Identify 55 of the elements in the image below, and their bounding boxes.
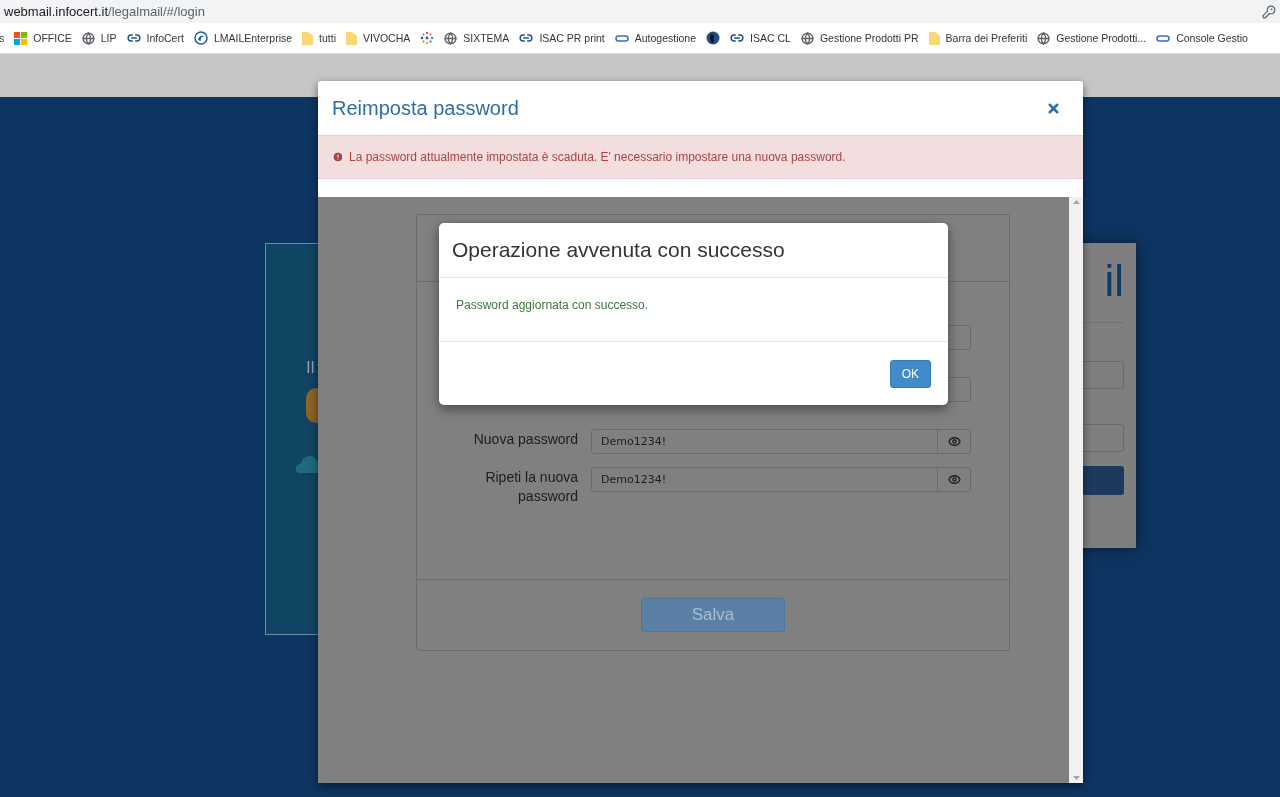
bookmark-link[interactable]: VIVOCHA [346,31,411,45]
dialog-title: Operazione avvenuta con successo [452,238,785,262]
folder-icon [928,31,940,45]
bookmark-link[interactable]: Console Gestio [1156,32,1248,44]
bookmark-link[interactable] [420,31,435,45]
bookmark-link[interactable]: LIP [81,31,117,45]
bookmark-link[interactable] [706,31,721,45]
password-field[interactable]: Demo1234! [591,429,971,454]
success-message: Password aggiornata con successo. [456,298,649,312]
link-icon [1156,34,1171,42]
bookmark-link[interactable]: LMAILEnterprise [193,31,293,45]
ok-button[interactable]: OK [889,359,931,388]
folder-icon [302,31,314,45]
swirl-icon [193,31,208,45]
bookmark-link[interactable]: InfoCert [126,31,184,45]
password-input[interactable]: Demo1234! [592,468,937,491]
windows-icon [14,31,28,45]
bookmark-link[interactable]: SIXTEMA [444,31,510,45]
card-title: il [1104,259,1124,303]
field-label: Ripeti la nuova password [484,468,578,506]
field-label: Nuova password [472,430,578,449]
dialog-title: Reimposta password [332,96,519,120]
globe-icon [81,31,95,45]
bookmark-link[interactable]: s [0,32,5,44]
globe-icon [706,31,721,45]
folder-icon [346,31,357,45]
eye-icon [947,435,961,448]
bookmark-link[interactable]: OFFICE [14,31,72,45]
dots-icon [420,31,435,45]
key-icon[interactable] [1262,4,1276,19]
alert-message: La password attualmente impostata è scaduta. E' necessario impostare una nuova password. [349,150,846,164]
globe-icon [800,31,814,45]
address-field[interactable]: webmail.infocert.it/legalmail/#/login [4,4,205,19]
bookmark-link[interactable]: Gestione Prodotti... [1037,31,1147,45]
bookmark-link[interactable]: Gestione Prodotti PR [800,31,919,45]
card-subtitle: Il [306,358,315,378]
password-input[interactable]: Demo1234! [592,430,937,453]
globe-icon [1037,31,1051,45]
scroll-down-icon[interactable] [1072,776,1080,780]
password-field[interactable]: Demo1234! [591,467,971,492]
link-icon [614,34,629,42]
link-icon [730,31,745,45]
bookmark-link[interactable]: Barra dei Preferiti [928,31,1028,45]
link-icon [126,31,141,45]
globe-icon [444,31,458,45]
bookmark-link[interactable]: ISAC PR print [519,31,605,45]
scrollbar[interactable] [1069,197,1083,783]
eye-icon [947,473,961,486]
scroll-up-icon[interactable] [1072,200,1080,204]
bookmark-link[interactable]: Autogestione [614,32,697,44]
bookmark-link[interactable]: ISAC CL [730,31,791,45]
bookmark-link[interactable]: tutti [302,31,336,45]
close-button[interactable] [1046,100,1061,116]
link-icon [519,31,534,45]
alert-icon [332,151,344,163]
